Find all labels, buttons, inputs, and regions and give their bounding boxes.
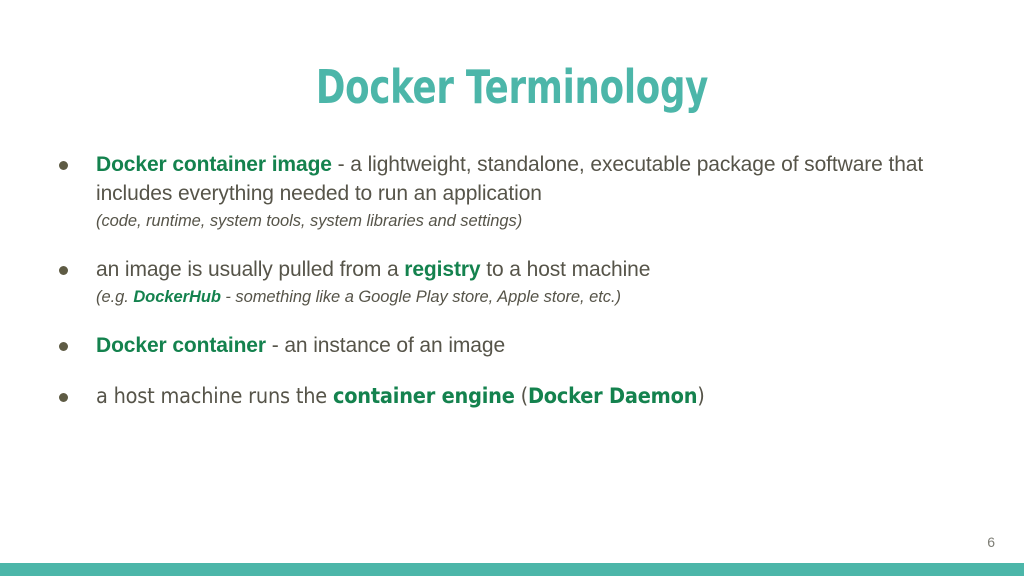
bullet-list: Docker container image - a lightweight, … bbox=[52, 150, 964, 411]
term-docker-container: Docker container bbox=[96, 334, 266, 357]
footer-accent-bar bbox=[0, 563, 1024, 576]
paren-open: ( bbox=[514, 384, 529, 409]
term-registry: registry bbox=[404, 258, 481, 281]
list-item-text: a host machine runs the container engine… bbox=[96, 382, 964, 411]
bullet-dot-icon bbox=[59, 393, 68, 402]
dash-separator: - bbox=[331, 153, 351, 176]
slide-canvas: Docker Terminology Docker container imag… bbox=[0, 0, 1024, 576]
definition-text: an instance of an image bbox=[284, 334, 506, 357]
paren-close: ) bbox=[697, 384, 705, 409]
term-docker-daemon: Docker Daemon bbox=[527, 384, 698, 409]
term-docker-container-image: Docker container image bbox=[96, 153, 332, 176]
list-item-text: Docker container - an instance of an ima… bbox=[96, 331, 964, 360]
subtext-open: (e.g. bbox=[96, 288, 134, 306]
lead-text: a host machine runs the bbox=[96, 384, 333, 409]
bullet-dot-icon bbox=[59, 161, 68, 170]
list-item: an image is usually pulled from a regist… bbox=[52, 255, 964, 309]
bullet-dot-icon bbox=[59, 342, 68, 351]
list-item-text: Docker container image - a lightweight, … bbox=[96, 150, 964, 208]
bullet-dot-icon bbox=[59, 266, 68, 275]
list-item-text: an image is usually pulled from a regist… bbox=[96, 255, 964, 284]
list-item: Docker container image - a lightweight, … bbox=[52, 150, 964, 233]
lead-text: an image is usually pulled from a bbox=[96, 258, 405, 281]
page-title: Docker Terminology bbox=[315, 60, 709, 114]
trail-text: to a host machine bbox=[480, 258, 651, 281]
list-item: a host machine runs the container engine… bbox=[52, 382, 964, 411]
list-item-subtext: (e.g. DockerHub - something like a Googl… bbox=[96, 285, 964, 309]
term-container-engine: container engine bbox=[332, 384, 515, 409]
dash-separator: - bbox=[265, 334, 285, 357]
term-dockerhub: DockerHub bbox=[133, 288, 221, 306]
list-item: Docker container - an instance of an ima… bbox=[52, 331, 964, 360]
subtext-rest: - something like a Google Play store, Ap… bbox=[220, 288, 621, 306]
page-number: 6 bbox=[987, 534, 995, 550]
list-item-subtext: (code, runtime, system tools, system lib… bbox=[96, 212, 523, 230]
